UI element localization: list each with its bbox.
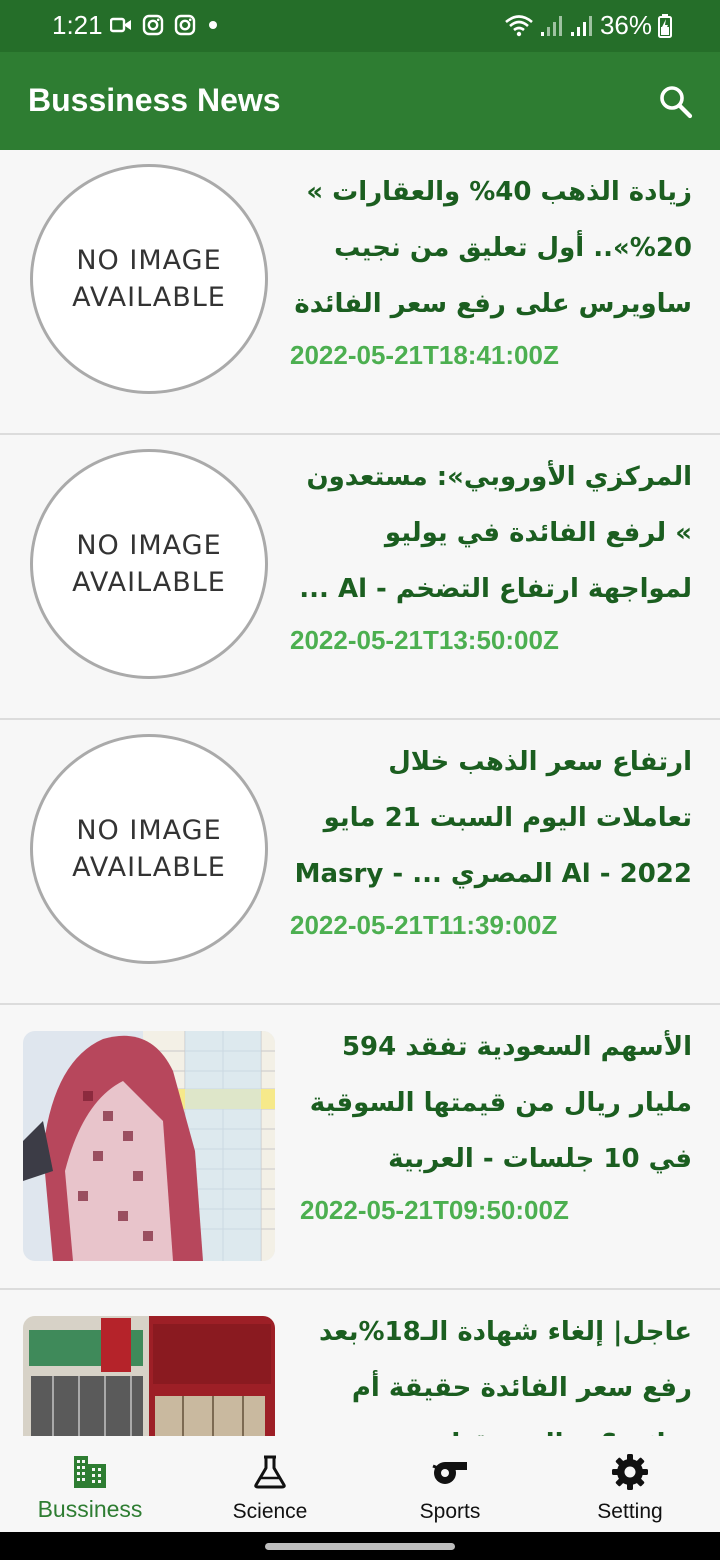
system-navigation-bar: [0, 1532, 720, 1560]
status-time: 1:21: [52, 10, 103, 40]
news-text: ارتفاع سعر الذهب خلال تعاملات اليوم السب…: [290, 734, 692, 941]
bank-facades-image: [23, 1316, 275, 1436]
nav-item-sports[interactable]: Sports: [360, 1436, 540, 1532]
news-title: زيادة الذهب 40% والعقارات » 20%».. أول ت…: [294, 177, 692, 319]
news-list[interactable]: NO IMAGE AVAILABLE زيادة الذهب 40% والعق…: [0, 150, 720, 1436]
no-image-placeholder: NO IMAGE AVAILABLE: [30, 164, 268, 394]
signal-icon: [540, 15, 562, 36]
gear-icon: [612, 1454, 648, 1490]
flask-icon: [254, 1455, 286, 1489]
battery-percent: 36%: [599, 10, 652, 40]
news-item[interactable]: NO IMAGE AVAILABLE زيادة الذهب 40% والعق…: [0, 150, 720, 435]
dot-icon: [209, 21, 217, 29]
news-text: المركزي الأوروبي»: مستعدون » لرفع الفائد…: [290, 449, 692, 656]
placeholder-text: NO IMAGE: [76, 815, 222, 846]
app-screen: 1:21 36% Bussiness News NO IMAGE AVAILAB…: [0, 0, 720, 1560]
battery-icon: [658, 13, 672, 38]
nav-label: Science: [232, 1500, 308, 1523]
news-date: 2022-05-21T09:50:00Z: [300, 1195, 569, 1225]
stock-board-image: [23, 1031, 275, 1261]
placeholder-text: NO IMAGE: [76, 245, 222, 276]
news-text: عاجل| إلغاء شهادة الـ18%بعد رفع سعر الفا…: [300, 1304, 692, 1436]
news-item[interactable]: NO IMAGE AVAILABLE المركزي الأوروبي»: مس…: [0, 435, 720, 720]
video-icon: [110, 17, 131, 33]
news-date: 2022-05-21T18:41:00Z: [290, 340, 559, 370]
nav-label: Bussiness: [37, 1496, 143, 1522]
wifi-icon: [505, 14, 533, 36]
news-title: المركزي الأوروبي»: مستعدون » لرفع الفائد…: [299, 462, 692, 604]
nav-label: Sports: [419, 1500, 481, 1523]
news-item[interactable]: NO IMAGE AVAILABLE ارتفاع سعر الذهب خلال…: [0, 720, 720, 1005]
search-icon: [660, 86, 693, 119]
bottom-navigation: Bussiness Science Sports Setting: [0, 1436, 720, 1532]
news-date: 2022-05-21T13:50:00Z: [290, 625, 559, 655]
no-image-placeholder: NO IMAGE AVAILABLE: [30, 449, 268, 679]
news-thumbnail: [23, 1316, 275, 1436]
news-title: الأسهم السعودية تفقد 594 مليار ريال من ق…: [309, 1032, 692, 1174]
instagram-icon: [142, 14, 164, 36]
placeholder-text: AVAILABLE: [72, 282, 226, 313]
whistle-icon: [432, 1462, 467, 1484]
home-indicator[interactable]: [265, 1543, 455, 1550]
news-text: الأسهم السعودية تفقد 594 مليار ريال من ق…: [300, 1019, 692, 1226]
page-title: Bussiness News: [28, 82, 281, 118]
news-title: ارتفاع سعر الذهب خلال تعاملات اليوم السب…: [294, 747, 692, 889]
no-image-placeholder: NO IMAGE AVAILABLE: [30, 734, 268, 964]
news-thumbnail: [23, 1031, 275, 1261]
news-item[interactable]: عاجل| إلغاء شهادة الـ18%بعد رفع سعر الفا…: [0, 1290, 720, 1436]
building-icon: [74, 1456, 106, 1488]
search-button[interactable]: [656, 82, 696, 122]
placeholder-text: NO IMAGE: [76, 530, 222, 561]
news-date: 2022-05-21T11:39:00Z: [290, 910, 558, 940]
placeholder-text: AVAILABLE: [72, 567, 226, 598]
signal-icon: [570, 15, 592, 36]
news-text: زيادة الذهب 40% والعقارات » 20%».. أول ت…: [290, 164, 692, 371]
nav-item-setting[interactable]: Setting: [540, 1436, 720, 1532]
news-item[interactable]: الأسهم السعودية تفقد 594 مليار ريال من ق…: [0, 1005, 720, 1290]
status-bar: 1:21 36%: [0, 0, 720, 52]
nav-item-bussiness[interactable]: Bussiness: [0, 1436, 180, 1532]
app-bar: Bussiness News: [0, 52, 720, 150]
news-title: عاجل| إلغاء شهادة الـ18%بعد رفع سعر الفا…: [319, 1317, 692, 1436]
placeholder-text: AVAILABLE: [72, 852, 226, 883]
notification-icons: [110, 14, 220, 36]
system-icons: 36%: [504, 10, 672, 41]
instagram-icon: [174, 14, 196, 36]
nav-item-science[interactable]: Science: [180, 1436, 360, 1532]
nav-label: Setting: [597, 1500, 663, 1523]
